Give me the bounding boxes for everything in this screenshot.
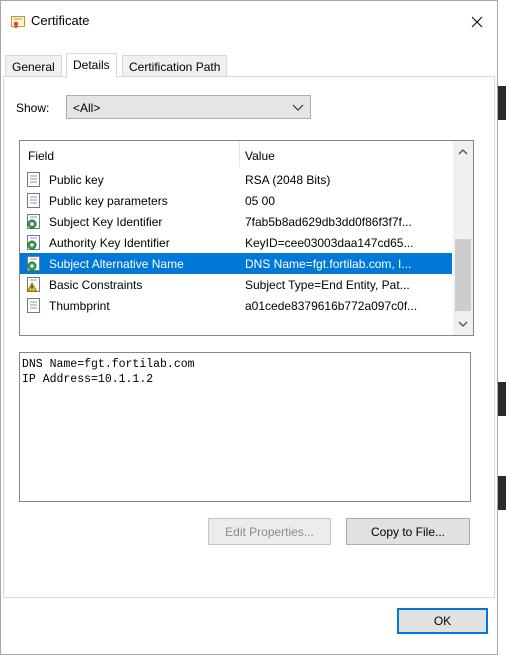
list-header: Field Value xyxy=(20,141,452,169)
show-dropdown[interactable]: <All> xyxy=(66,95,311,119)
extension-icon xyxy=(26,235,42,250)
chevron-up-icon xyxy=(458,149,468,155)
certificate-field-icon xyxy=(26,193,42,208)
row-field-value: RSA (2048 Bits) xyxy=(245,173,331,187)
list-scrollbar[interactable] xyxy=(453,141,473,335)
show-label: Show: xyxy=(16,101,50,115)
background-window-edge xyxy=(498,382,506,416)
certificate-icon xyxy=(11,16,25,29)
tab-certification-path[interactable]: Certification Path xyxy=(122,55,228,77)
list-row[interactable]: Authority Key Identifier KeyID=cee03003da… xyxy=(20,232,452,253)
certificate-field-icon xyxy=(26,298,42,313)
row-field-name: Public key parameters xyxy=(49,194,168,208)
chevron-down-icon xyxy=(458,321,468,327)
list-row[interactable]: Thumbprint a01cede8379616b772a097c0f... xyxy=(20,295,452,316)
list-row[interactable]: Public key RSA (2048 Bits) xyxy=(20,169,452,190)
edit-properties-button[interactable]: Edit Properties... xyxy=(208,518,331,545)
scroll-up-button[interactable] xyxy=(453,143,473,161)
critical-extension-icon xyxy=(26,277,42,292)
background-window-edge xyxy=(498,476,506,510)
row-field-value: DNS Name=fgt.fortilab.com, I... xyxy=(245,257,412,271)
tab-general[interactable]: General xyxy=(5,55,62,77)
close-icon xyxy=(471,16,483,28)
row-field-name: Subject Key Identifier xyxy=(49,215,163,229)
row-field-name: Public key xyxy=(49,173,104,187)
show-dropdown-value: <All> xyxy=(73,101,101,115)
field-list[interactable]: Field Value Public key RSA (2048 Bits) Pub… xyxy=(19,140,474,336)
certificate-field-icon xyxy=(26,172,42,187)
tab-strip: General Details Certification Path xyxy=(3,53,497,78)
row-field-value: Subject Type=End Entity, Pat... xyxy=(245,278,410,292)
list-row[interactable]: Public key parameters 05 00 xyxy=(20,190,452,211)
certificate-dialog: Certificate General Details Certificatio… xyxy=(0,0,498,655)
row-field-value: 7fab5b8ad629db3dd0f86f3f7f... xyxy=(245,215,412,229)
close-button[interactable] xyxy=(457,7,497,37)
scrollbar-thumb[interactable] xyxy=(455,239,471,311)
window-title: Certificate xyxy=(31,13,90,28)
details-panel: Show: <All> Field Value Public key RSA (2… xyxy=(3,76,495,598)
scroll-down-button[interactable] xyxy=(453,315,473,333)
row-field-name: Subject Alternative Name xyxy=(49,257,184,271)
background-window-edge xyxy=(498,86,506,120)
row-field-name: Thumbprint xyxy=(49,299,110,313)
list-row[interactable]: Subject Key Identifier 7fab5b8ad629db3dd0… xyxy=(20,211,452,232)
column-header-value[interactable]: Value xyxy=(245,149,275,163)
ok-button[interactable]: OK xyxy=(397,608,488,634)
extension-icon xyxy=(26,214,42,229)
tab-details[interactable]: Details xyxy=(66,53,117,78)
column-divider[interactable] xyxy=(239,141,240,167)
list-row[interactable]: Basic Constraints Subject Type=End Entity… xyxy=(20,274,452,295)
title-bar: Certificate xyxy=(1,1,497,43)
row-field-name: Basic Constraints xyxy=(49,278,143,292)
list-row[interactable]: Subject Alternative Name DNS Name=fgt.for… xyxy=(20,253,452,274)
row-field-value: KeyID=cee03003daa147cd65... xyxy=(245,236,414,250)
field-value-textbox[interactable]: DNS Name=fgt.fortilab.com IP Address=10.… xyxy=(19,352,471,502)
detail-line: IP Address=10.1.1.2 xyxy=(22,373,154,386)
extension-icon xyxy=(26,256,42,271)
row-field-value: a01cede8379616b772a097c0f... xyxy=(245,299,418,313)
row-field-value: 05 00 xyxy=(245,194,276,208)
row-field-name: Authority Key Identifier xyxy=(49,236,170,250)
chevron-down-icon xyxy=(292,104,304,111)
column-header-field[interactable]: Field xyxy=(28,149,54,163)
detail-line: DNS Name=fgt.fortilab.com xyxy=(22,358,195,371)
copy-to-file-button[interactable]: Copy to File... xyxy=(346,518,470,545)
